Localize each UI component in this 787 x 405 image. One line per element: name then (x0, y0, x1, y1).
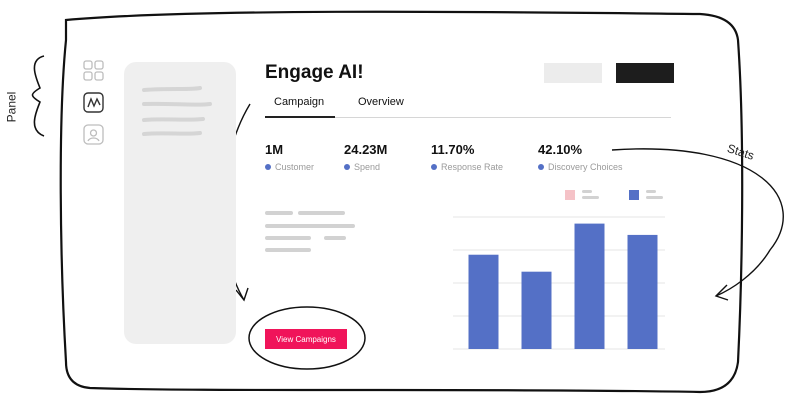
stat-customer: Customer (265, 162, 314, 172)
tab-overview[interactable]: Overview (358, 96, 404, 108)
stat-spend: Spend (344, 162, 380, 172)
customer-dot-icon (265, 164, 271, 170)
legend-swatch-pink (565, 190, 575, 200)
text-placeholder-line (265, 224, 355, 228)
stat-response-rate: Response Rate (431, 162, 503, 172)
stat-response-rate-value: 11.70% (431, 142, 475, 157)
chart-bar (627, 234, 658, 349)
text-placeholder-line (265, 236, 311, 240)
chart-bar (521, 271, 552, 349)
user-icon[interactable] (83, 124, 105, 146)
chart-bar (468, 254, 499, 349)
stat-discovery-choices-value: 42.10% (538, 142, 583, 157)
discovery-choices-dot-icon (538, 164, 544, 170)
stat-response-rate-label: Response Rate (441, 162, 504, 172)
legend-swatch-blue (629, 190, 639, 200)
grid-icon[interactable] (83, 60, 105, 82)
primary-button[interactable] (616, 63, 674, 83)
tab-campaign[interactable]: Campaign (274, 96, 324, 108)
legend-label-placeholder (646, 196, 663, 199)
stat-discovery-choices-label: Discovery Choices (548, 162, 623, 172)
legend-label-placeholder (582, 196, 599, 199)
left-panel (124, 62, 236, 344)
text-placeholder-line (265, 248, 311, 252)
view-campaigns-button[interactable]: View Campaigns (265, 329, 347, 349)
activity-icon[interactable] (83, 92, 105, 114)
stat-spend-label: Spend (354, 162, 381, 172)
text-placeholder-line (265, 211, 293, 215)
text-placeholder-line (298, 211, 345, 215)
response-rate-dot-icon (431, 164, 437, 170)
text-placeholder-line (324, 236, 346, 240)
panel-annotation: Panel (4, 91, 19, 123)
legend-label-placeholder (582, 190, 592, 193)
stat-discovery-choices: Discovery Choices (538, 162, 623, 172)
active-tab-indicator (265, 116, 335, 118)
page-title: Engage AI! (265, 62, 364, 83)
bar-chart (453, 216, 665, 350)
legend-label-placeholder (646, 190, 656, 193)
stat-customer-label: Customer (275, 162, 315, 172)
spend-dot-icon (344, 164, 350, 170)
chart-bar (574, 223, 605, 349)
stat-customer-value: 1M (265, 142, 284, 157)
secondary-button[interactable] (544, 63, 602, 83)
stat-spend-value: 24.23M (344, 142, 388, 157)
